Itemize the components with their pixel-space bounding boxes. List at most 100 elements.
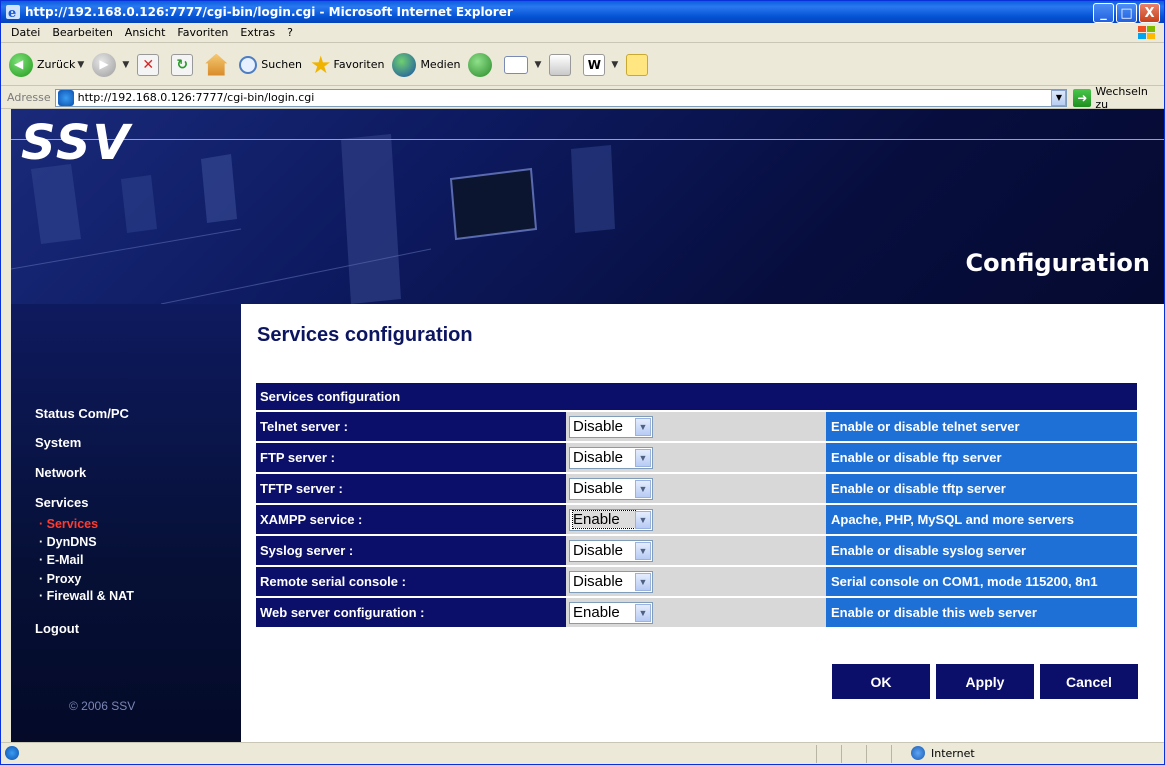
stop-icon: ✕ <box>137 53 160 76</box>
media-globe-icon <box>392 52 417 77</box>
nav-sub-services[interactable]: · Services <box>39 517 98 531</box>
address-url: http://192.168.0.126:7777/cgi-bin/login.… <box>77 91 315 104</box>
back-button[interactable]: Zurück ▼ <box>9 52 84 77</box>
row-description: Enable or disable ftp server <box>826 443 1137 472</box>
status-bar: Internet <box>1 742 1164 764</box>
back-label: Zurück <box>37 58 76 71</box>
status-divider <box>866 745 867 763</box>
print-button[interactable] <box>549 53 575 76</box>
ssv-logo: SSV <box>21 115 132 171</box>
webserver-select[interactable]: Enable ▼ <box>569 601 653 624</box>
menu-help[interactable]: ? <box>287 26 293 39</box>
menu-datei[interactable]: Datei <box>11 26 40 39</box>
telnet-select[interactable]: Disable ▼ <box>569 415 653 438</box>
go-button[interactable]: ➜ Wechseln zu <box>1073 85 1164 111</box>
messenger-button[interactable] <box>626 53 652 76</box>
row-label: Web server configuration : <box>256 598 566 627</box>
mail-icon <box>504 55 529 74</box>
tftp-select[interactable]: Disable ▼ <box>569 477 653 500</box>
stop-button[interactable]: ✕ <box>137 53 163 76</box>
favorites-button[interactable]: ★ Favoriten <box>310 51 384 79</box>
table-header-row: Services configuration <box>256 383 1137 410</box>
history-icon <box>468 52 493 77</box>
minimize-button[interactable]: _ <box>1093 3 1114 23</box>
browser-window: e http://192.168.0.126:7777/cgi-bin/logi… <box>0 0 1165 765</box>
menu-favoriten[interactable]: Favoriten <box>177 26 228 39</box>
nav-sub-email[interactable]: · E-Mail <box>39 553 83 567</box>
search-button[interactable]: Suchen <box>239 55 302 74</box>
nav-sub-dyndns[interactable]: · DynDNS <box>39 535 97 549</box>
row-description: Apache, PHP, MySQL and more servers <box>826 505 1137 534</box>
toolbar: Zurück ▼ ▼ ✕ ↻ Suchen ★ Favoriten Medien <box>1 44 1164 86</box>
select-arrow-icon: ▼ <box>635 417 651 436</box>
menu-extras[interactable]: Extras <box>240 26 275 39</box>
banner-title: Configuration <box>965 249 1150 277</box>
home-button[interactable] <box>205 53 231 76</box>
media-button[interactable]: Medien <box>392 52 461 77</box>
table-row: XAMPP service : Enable ▼ Apache, PHP, MyS… <box>256 505 1137 534</box>
status-divider <box>816 745 817 763</box>
forward-button[interactable]: ▼ <box>92 52 129 77</box>
xampp-select[interactable]: Enable ▼ <box>569 508 653 531</box>
row-label: FTP server : <box>256 443 566 472</box>
dropdown-arrow-icon: ▼ <box>611 59 619 70</box>
row-label: TFTP server : <box>256 474 566 503</box>
mail-button[interactable]: ▼ <box>504 55 542 74</box>
row-label: Remote serial console : <box>256 567 566 596</box>
page-icon <box>57 89 74 106</box>
go-label: Wechseln zu <box>1095 84 1148 111</box>
apply-button[interactable]: Apply <box>936 664 1034 699</box>
services-table: Services configuration Telnet server : D… <box>256 381 1137 629</box>
word-edit-icon: W <box>583 53 606 76</box>
sidebar: Status Com/PC System Network Services · … <box>11 304 241 742</box>
print-icon <box>549 53 572 76</box>
syslog-select[interactable]: Disable ▼ <box>569 539 653 562</box>
action-buttons: OK Apply Cancel <box>832 664 1138 699</box>
nav-logout[interactable]: Logout <box>35 621 79 636</box>
table-header: Services configuration <box>256 383 1137 410</box>
nav-sub-firewall[interactable]: · Firewall & NAT <box>39 589 134 603</box>
select-arrow-icon: ▼ <box>635 510 651 529</box>
menu-bar: Datei Bearbeiten Ansicht Favoriten Extra… <box>1 23 1164 43</box>
windows-flag-icon <box>1138 26 1155 39</box>
cancel-button[interactable]: Cancel <box>1040 664 1138 699</box>
address-dropdown-icon[interactable]: ▼ <box>1051 89 1067 106</box>
row-label: Telnet server : <box>256 412 566 441</box>
table-row: Web server configuration : Enable ▼ Enabl… <box>256 598 1137 627</box>
nav-sub-proxy[interactable]: · Proxy <box>39 572 81 586</box>
menu-bearbeiten[interactable]: Bearbeiten <box>52 26 112 39</box>
status-divider <box>841 745 842 763</box>
page-title: Services configuration <box>257 324 473 346</box>
refresh-icon: ↻ <box>171 53 194 76</box>
row-label: Syslog server : <box>256 536 566 565</box>
dropdown-arrow-icon: ▼ <box>534 59 542 70</box>
nav-network[interactable]: Network <box>35 465 86 480</box>
close-button[interactable]: X <box>1139 3 1160 23</box>
nav-status[interactable]: Status Com/PC <box>35 406 129 421</box>
forward-arrow-icon <box>92 52 117 77</box>
header-banner: SSV Configuration <box>11 109 1164 304</box>
refresh-button[interactable]: ↻ <box>171 53 197 76</box>
internet-globe-icon <box>911 746 925 760</box>
address-input[interactable]: http://192.168.0.126:7777/cgi-bin/login.… <box>54 88 1068 107</box>
select-arrow-icon: ▼ <box>635 448 651 467</box>
menu-ansicht[interactable]: Ansicht <box>125 26 166 39</box>
svg-text:e: e <box>8 6 16 20</box>
table-row: Syslog server : Disable ▼ Enable or disab… <box>256 536 1137 565</box>
ok-button[interactable]: OK <box>832 664 930 699</box>
edit-button[interactable]: W ▼ <box>583 53 619 76</box>
nav-services[interactable]: Services <box>35 495 89 510</box>
zone-label: Internet <box>931 746 975 760</box>
media-label: Medien <box>420 58 461 71</box>
table-row: FTP server : Disable ▼ Enable or disable … <box>256 443 1137 472</box>
select-arrow-icon: ▼ <box>635 541 651 560</box>
select-arrow-icon: ▼ <box>635 479 651 498</box>
maximize-button[interactable]: □ <box>1116 3 1137 23</box>
table-row: Remote serial console : Disable ▼ Serial … <box>256 567 1137 596</box>
search-icon <box>239 55 258 74</box>
history-button[interactable] <box>468 52 496 77</box>
ftp-select[interactable]: Disable ▼ <box>569 446 653 469</box>
serial-console-select[interactable]: Disable ▼ <box>569 570 653 593</box>
search-label: Suchen <box>261 58 302 71</box>
nav-system[interactable]: System <box>35 435 81 450</box>
